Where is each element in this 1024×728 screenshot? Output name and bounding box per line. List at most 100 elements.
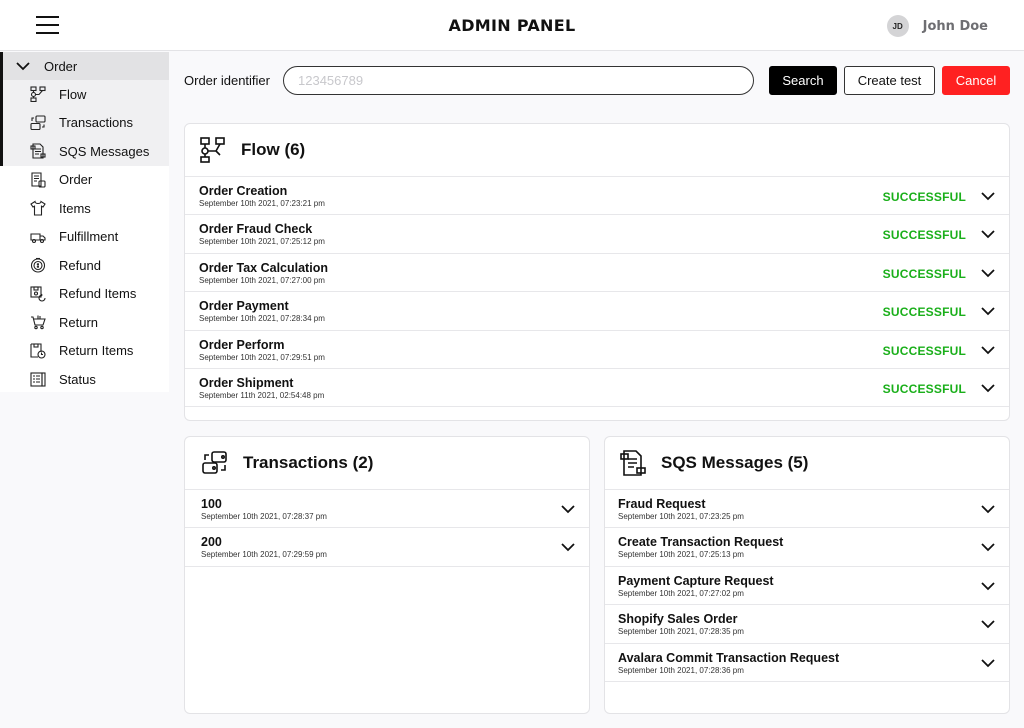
item-timestamp: September 10th 2021, 07:28:34 pm bbox=[199, 314, 325, 324]
transactions-card-header: Transactions (2) bbox=[185, 437, 589, 490]
chevron-down-icon[interactable] bbox=[981, 381, 995, 395]
search-button[interactable]: Search bbox=[769, 66, 837, 95]
sidebar-group-order: Order Flow Transactions SQS Messages bbox=[0, 52, 169, 166]
sidebar-item-order[interactable]: Order bbox=[0, 166, 169, 195]
transactions-card-title: Transactions (2) bbox=[243, 453, 374, 472]
item-title: Create Transaction Request bbox=[618, 535, 784, 550]
user-name: John Doe bbox=[922, 18, 988, 34]
list-item[interactable]: Avalara Commit Transaction Request Septem… bbox=[605, 644, 1009, 682]
sidebar-item-items[interactable]: Items bbox=[0, 194, 169, 223]
sidebar-item-label: Items bbox=[59, 200, 91, 216]
status-badge: SUCCESSFUL bbox=[882, 305, 966, 320]
item-timestamp: September 10th 2021, 07:28:35 pm bbox=[618, 627, 744, 637]
sidebar-item-return-items[interactable]: Return Items bbox=[0, 337, 169, 366]
chevron-down-icon[interactable] bbox=[981, 227, 995, 241]
list-item[interactable]: Order Tax Calculation September 10th 2021… bbox=[185, 254, 1009, 293]
create-test-button[interactable]: Create test bbox=[844, 66, 935, 95]
chevron-down-icon[interactable] bbox=[981, 579, 995, 593]
item-timestamp: September 10th 2021, 07:25:12 pm bbox=[199, 237, 325, 247]
list-item[interactable]: Order Fraud Check September 10th 2021, 07… bbox=[185, 215, 1009, 254]
item-title: Avalara Commit Transaction Request bbox=[618, 650, 840, 665]
avatar: JD bbox=[886, 15, 909, 37]
item-timestamp: September 11th 2021, 02:54:48 pm bbox=[199, 390, 325, 400]
chevron-down-icon[interactable] bbox=[981, 617, 995, 631]
sidebar-item-return[interactable]: Return bbox=[0, 308, 169, 337]
flow-icon bbox=[30, 86, 46, 103]
chevron-down-icon[interactable] bbox=[981, 266, 995, 280]
chevron-down-icon[interactable] bbox=[981, 189, 995, 203]
sqs-messages-card-title: SQS Messages (5) bbox=[661, 453, 809, 472]
order-icon bbox=[30, 172, 46, 188]
chevron-down-icon[interactable] bbox=[561, 540, 575, 554]
list-item[interactable]: 200 September 10th 2021, 07:29:59 pm bbox=[185, 528, 589, 567]
list-item[interactable]: Order Perform September 10th 2021, 07:29:… bbox=[185, 331, 1009, 369]
chevron-down-icon bbox=[16, 62, 30, 71]
status-icon bbox=[30, 371, 46, 387]
sidebar-item-label: Return Items bbox=[59, 343, 134, 359]
list-item[interactable]: Order Payment September 10th 2021, 07:28:… bbox=[185, 292, 1009, 331]
transactions-icon bbox=[202, 451, 227, 474]
app-title: ADMIN PANEL bbox=[448, 16, 576, 35]
return-items-icon bbox=[30, 343, 46, 359]
sqs-messages-icon bbox=[30, 143, 46, 159]
list-item[interactable]: Fraud Request September 10th 2021, 07:23:… bbox=[605, 490, 1009, 529]
refund-icon bbox=[30, 257, 46, 273]
chevron-down-icon[interactable] bbox=[561, 502, 575, 516]
sqs-messages-card: SQS Messages (5) Fraud Request September … bbox=[604, 436, 1010, 714]
sidebar-item-label: Transactions bbox=[59, 115, 133, 131]
order-identifier-input[interactable] bbox=[283, 66, 754, 95]
list-item[interactable]: 100 September 10th 2021, 07:28:37 pm bbox=[185, 490, 589, 529]
chevron-down-icon[interactable] bbox=[981, 304, 995, 318]
sidebar-item-sqs-messages[interactable]: SQS Messages bbox=[3, 137, 169, 166]
list-item[interactable]: Create Transaction Request September 10th… bbox=[605, 528, 1009, 567]
item-title: Shopify Sales Order bbox=[618, 612, 738, 627]
sqs-messages-icon bbox=[620, 450, 646, 476]
item-title: Order Payment bbox=[199, 299, 289, 314]
item-timestamp: September 10th 2021, 07:23:21 pm bbox=[199, 199, 325, 208]
flow-card-header: Flow (6) bbox=[185, 124, 1009, 177]
sidebar-group-order-toggle[interactable]: Order bbox=[3, 52, 169, 80]
item-timestamp: September 10th 2021, 07:29:51 pm bbox=[199, 352, 325, 362]
sidebar-item-flow[interactable]: Flow bbox=[3, 80, 169, 109]
list-item[interactable]: Order Shipment September 11th 2021, 02:54… bbox=[185, 369, 1009, 408]
status-badge: SUCCESSFUL bbox=[882, 190, 966, 204]
item-timestamp: September 10th 2021, 07:27:02 pm bbox=[618, 588, 744, 598]
chevron-down-icon[interactable] bbox=[981, 540, 995, 554]
list-item[interactable]: Payment Capture Request September 10th 20… bbox=[605, 567, 1009, 606]
flow-icon bbox=[200, 137, 225, 163]
status-badge: SUCCESSFUL bbox=[882, 343, 966, 358]
flow-card: Flow (6) Order Creation September 10th 20… bbox=[184, 123, 1010, 421]
sidebar-item-label: Status bbox=[59, 371, 96, 387]
sidebar-group-label: Order bbox=[44, 58, 78, 74]
sidebar-item-refund[interactable]: Refund bbox=[0, 251, 169, 280]
refund-items-icon bbox=[30, 286, 46, 302]
item-title: Order Tax Calculation bbox=[199, 260, 328, 275]
sidebar-item-label: SQS Messages bbox=[59, 143, 150, 159]
list-item[interactable]: Shopify Sales Order September 10th 2021, … bbox=[605, 605, 1009, 644]
sqs-messages-card-header: SQS Messages (5) bbox=[605, 437, 1009, 490]
order-identifier-label: Order identifier bbox=[184, 73, 270, 88]
sidebar-item-status[interactable]: Status bbox=[0, 365, 169, 394]
sidebar-item-label: Refund Items bbox=[59, 286, 137, 302]
sidebar-item-label: Refund bbox=[59, 257, 101, 273]
status-badge: SUCCESSFUL bbox=[882, 228, 966, 243]
sidebar-item-transactions[interactable]: Transactions bbox=[3, 109, 169, 138]
top-bar: ADMIN PANEL JD John Doe bbox=[0, 0, 1024, 51]
transactions-card: Transactions (2) 100 September 10th 2021,… bbox=[184, 436, 590, 714]
chevron-down-icon[interactable] bbox=[981, 656, 995, 670]
status-badge: SUCCESSFUL bbox=[882, 266, 966, 281]
item-title: Order Shipment bbox=[199, 375, 294, 390]
chevron-down-icon[interactable] bbox=[981, 343, 995, 357]
flow-card-title: Flow (6) bbox=[241, 140, 306, 159]
sidebar-item-refund-items[interactable]: Refund Items bbox=[0, 280, 169, 309]
user-menu[interactable]: JD John Doe bbox=[886, 15, 988, 37]
list-item[interactable]: Order Creation September 10th 2021, 07:23… bbox=[185, 177, 1009, 216]
chevron-down-icon[interactable] bbox=[981, 502, 995, 516]
truck-icon bbox=[30, 229, 46, 245]
sidebar-item-fulfillment[interactable]: Fulfillment bbox=[0, 223, 169, 252]
item-title: Order Creation bbox=[199, 184, 288, 198]
item-timestamp: September 10th 2021, 07:28:37 pm bbox=[201, 512, 327, 521]
cancel-button[interactable]: Cancel bbox=[942, 66, 1010, 95]
sidebar-item-label: Fulfillment bbox=[59, 229, 119, 245]
item-timestamp: September 10th 2021, 07:27:00 pm bbox=[199, 275, 325, 285]
